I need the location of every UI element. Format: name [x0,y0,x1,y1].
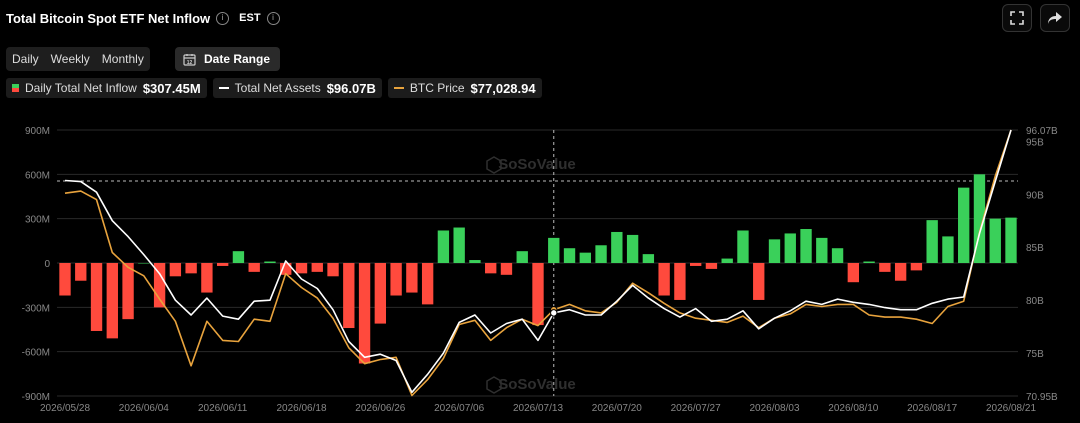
y-tick-label-right: 95B [1026,137,1044,148]
x-tick-label: 2026/07/06 [434,403,484,414]
x-tick-label: 2026/07/20 [592,403,642,414]
inflow-bar [784,233,796,263]
inflow-bar [863,261,875,263]
y-tick-label-left: 600M [25,170,50,181]
x-tick-label: 2026/05/28 [40,403,90,414]
x-tick-label: 2026/08/10 [828,403,878,414]
y-tick-label-right: 85B [1026,243,1044,254]
total-net-assets-marker [550,309,558,317]
inflow-bar [626,234,639,263]
inflow-bar [138,263,150,264]
inflow-bar [532,263,544,326]
inflow-bar [106,263,118,339]
inflow-bar [548,237,560,263]
inflow-bar [563,248,576,263]
watermark: SoSoValue [486,376,576,394]
inflow-bar [500,263,513,275]
inflow-bar [295,263,308,274]
y-tick-label-left: 900M [25,126,50,137]
inflow-bar [421,263,434,305]
inflow-bar [390,263,402,296]
inflow-bar [958,187,970,263]
inflow-bar [59,263,71,296]
inflow-bar [658,263,670,296]
y-tick-label-left: 0 [44,259,50,270]
chart-area[interactable]: 900M 600M 300M 0 -300M -600M -900M 96.07B95B 90B… [0,0,1080,423]
y-tick-label-left: -300M [22,303,50,314]
inflow-bar [721,258,733,263]
inflow-bar [816,237,828,263]
inflow-bar [753,263,765,300]
inflow-bar [800,229,812,263]
inflow-bar [989,218,1001,263]
inflow-bar [847,263,860,283]
x-tick-label: 2026/06/04 [119,403,169,414]
inflow-bar [768,239,781,263]
inflow-bar [264,261,276,263]
inflow-bar [75,263,87,281]
inflow-bar [469,260,481,263]
inflow-bar [926,220,938,263]
inflow-bar [248,263,260,272]
x-tick-label: 2026/07/27 [671,403,721,414]
x-tick-label: 2026/07/13 [513,403,563,414]
inflow-bar [201,263,213,293]
watermark-text: SoSoValue [498,156,576,173]
x-tick-label: 2026/06/11 [198,403,248,414]
inflow-bar [232,251,245,263]
y-tick-label-right: 75B [1026,349,1044,360]
inflow-bar [358,263,371,364]
y-tick-label-left: -900M [22,392,50,403]
inflow-bar [942,236,954,263]
inflow-bar [185,263,197,274]
inflow-bar [374,263,387,324]
inflow-bar [879,263,891,272]
inflow-bar [831,248,844,263]
inflow-bar [910,263,923,271]
x-tick-label: 2026/06/18 [276,403,326,414]
inflow-bar [169,263,182,277]
y-tick-label-left: 300M [25,215,50,226]
inflow-bar [894,263,907,281]
inflow-bar [216,263,229,266]
inflow-bar [343,263,355,329]
inflow-bar [611,231,623,263]
x-tick-label: 2026/08/03 [749,403,799,414]
y-tick-label-left: -600M [22,348,50,359]
inflow-bar [327,263,339,277]
inflow-bar [689,263,702,266]
inflow-bar [453,227,465,263]
y-tick-label-right: 96.07B [1026,126,1058,137]
inflow-bar [737,230,749,263]
inflow-bar [705,263,718,269]
inflow-bar [674,263,686,300]
inflow-bar [311,263,323,272]
inflow-bar [122,263,134,320]
x-tick-label: 2026/08/17 [907,403,957,414]
inflow-bar [516,251,528,263]
inflow-bar [485,263,497,274]
inflow-bar [406,263,418,293]
inflow-bar [595,245,607,263]
inflow-bar [90,263,103,331]
inflow-bar [642,254,655,263]
watermark-text: SoSoValue [498,376,576,393]
y-tick-label-right: 90B [1026,190,1044,201]
inflow-bar [437,230,450,263]
x-tick-label: 2026/08/21 [986,403,1036,414]
inflow-bar [1005,217,1017,263]
y-tick-label-right: 80B [1026,296,1044,307]
x-tick-label: 2026/06/26 [355,403,405,414]
watermark: SoSoValue [486,156,576,174]
y-tick-label-right: 70.95B [1026,392,1058,403]
inflow-bar [579,252,591,263]
